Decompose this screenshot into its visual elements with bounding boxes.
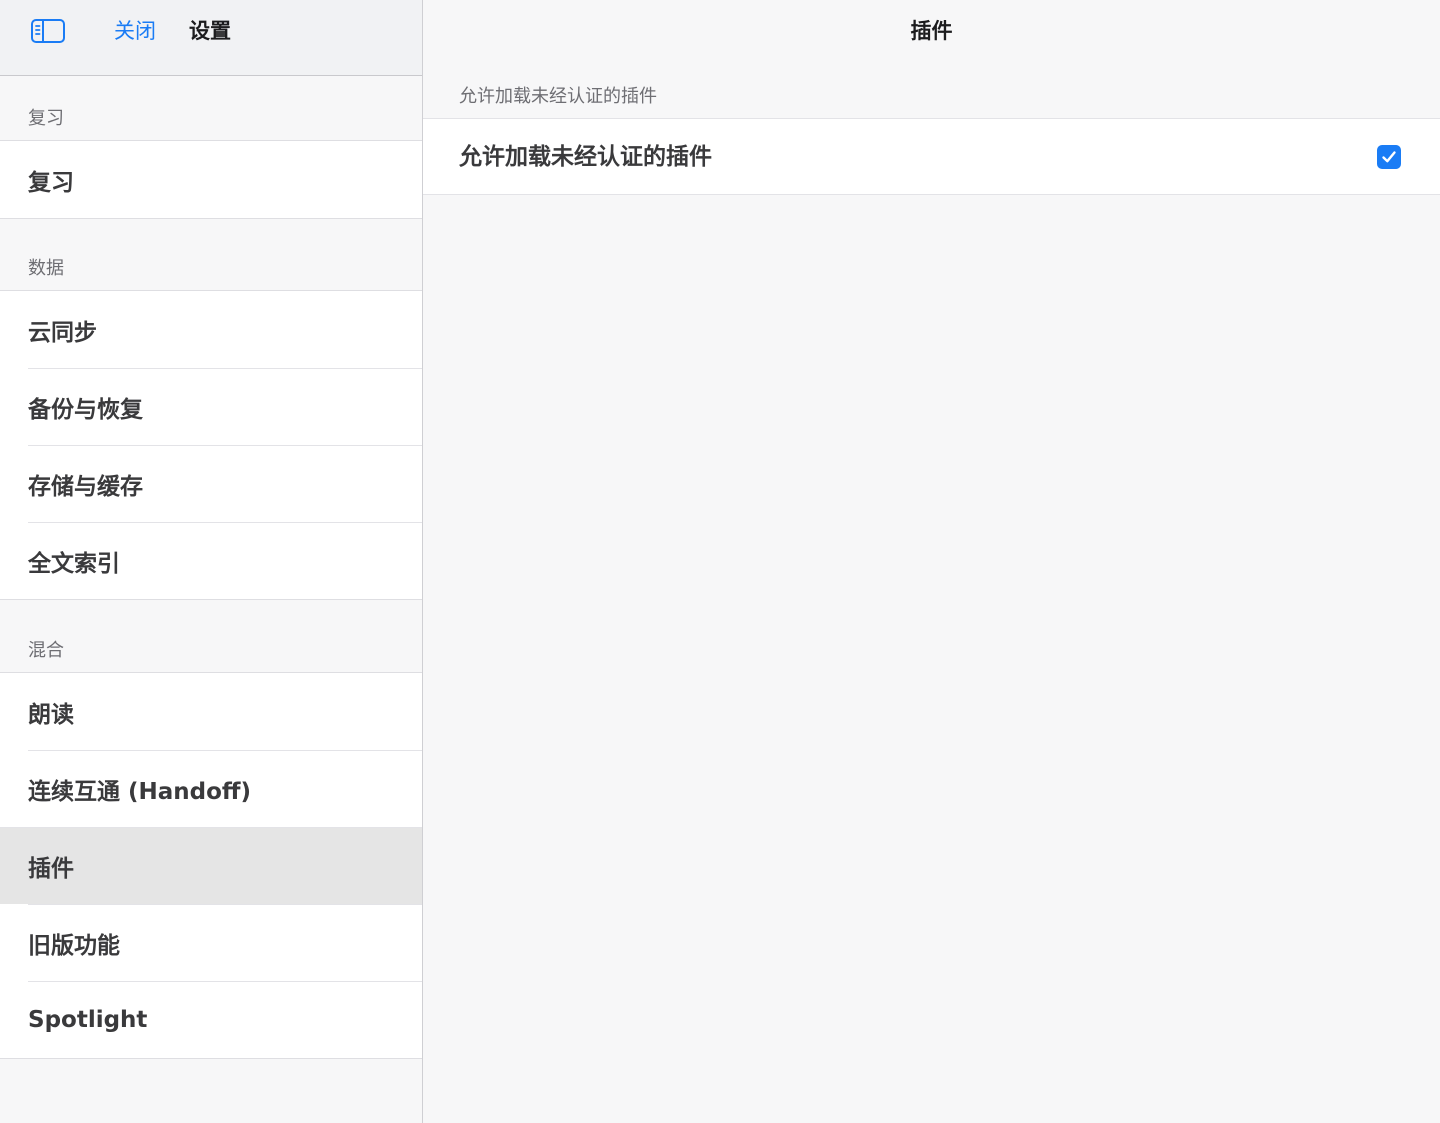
setting-row-allow-unverified-plugins[interactable]: 允许加载未经认证的插件 <box>423 118 1440 195</box>
sidebar-item-label: 连续互通 (Handoff) <box>28 778 252 805</box>
sidebar-item-label: 插件 <box>28 855 74 882</box>
sidebar-item-legacy-features[interactable]: 旧版功能 <box>0 904 422 981</box>
sidebar: 关闭 设置 复习 复习 数据 云同步 备份与恢复 存储与缓存 全文索引 混合 朗… <box>0 0 422 1123</box>
sidebar-item-label: 存储与缓存 <box>28 473 143 500</box>
page-title: 插件 <box>910 19 953 43</box>
settings-window: 关闭 设置 复习 复习 数据 云同步 备份与恢复 存储与缓存 全文索引 混合 朗… <box>0 0 1440 1123</box>
section-label-review: 复习 <box>28 108 64 129</box>
sidebar-item-storage-cache[interactable]: 存储与缓存 <box>0 445 422 522</box>
sidebar-item-review[interactable]: 复习 <box>0 141 422 218</box>
sidebar-item-cloud-sync[interactable]: 云同步 <box>0 291 422 368</box>
sidebar-item-plugins[interactable]: 插件 <box>0 827 422 904</box>
allow-unverified-plugins-checkbox[interactable] <box>1377 145 1401 169</box>
sidebar-header: 关闭 设置 <box>0 0 422 76</box>
sidebar-group-mixed: 朗读 连续互通 (Handoff) 插件 旧版功能 Spotlight <box>0 672 422 1059</box>
sidebar-item-read-aloud[interactable]: 朗读 <box>0 673 422 750</box>
sidebar-item-label: 备份与恢复 <box>28 396 143 423</box>
main-pane: 插件 允许加载未经认证的插件 允许加载未经认证的插件 <box>423 0 1440 1123</box>
sidebar-item-label: 朗读 <box>28 701 74 728</box>
sidebar-item-label: 全文索引 <box>28 550 120 577</box>
sidebar-item-label: 复习 <box>28 169 74 196</box>
sidebar-item-backup-restore[interactable]: 备份与恢复 <box>0 368 422 445</box>
setting-label: 允许加载未经认证的插件 <box>459 144 712 170</box>
sidebar-item-full-text-index[interactable]: 全文索引 <box>0 522 422 599</box>
sidebar-group-data: 云同步 备份与恢复 存储与缓存 全文索引 <box>0 290 422 600</box>
sidebar-item-label: 旧版功能 <box>28 932 120 959</box>
section-label-mixed: 混合 <box>28 640 64 661</box>
sidebar-item-label: Spotlight <box>28 1006 148 1033</box>
sidebar-toggle-icon[interactable] <box>30 17 66 45</box>
sidebar-item-handoff[interactable]: 连续互通 (Handoff) <box>0 750 422 827</box>
checkmark-icon <box>1382 151 1396 163</box>
sidebar-title: 设置 <box>189 19 231 43</box>
section-label: 允许加载未经认证的插件 <box>459 86 657 107</box>
sidebar-item-spotlight[interactable]: Spotlight <box>0 981 422 1058</box>
sidebar-item-label: 云同步 <box>28 319 97 346</box>
sidebar-group-review: 复习 <box>0 140 422 219</box>
close-button[interactable]: 关闭 <box>114 17 156 45</box>
section-label-data: 数据 <box>28 258 64 279</box>
